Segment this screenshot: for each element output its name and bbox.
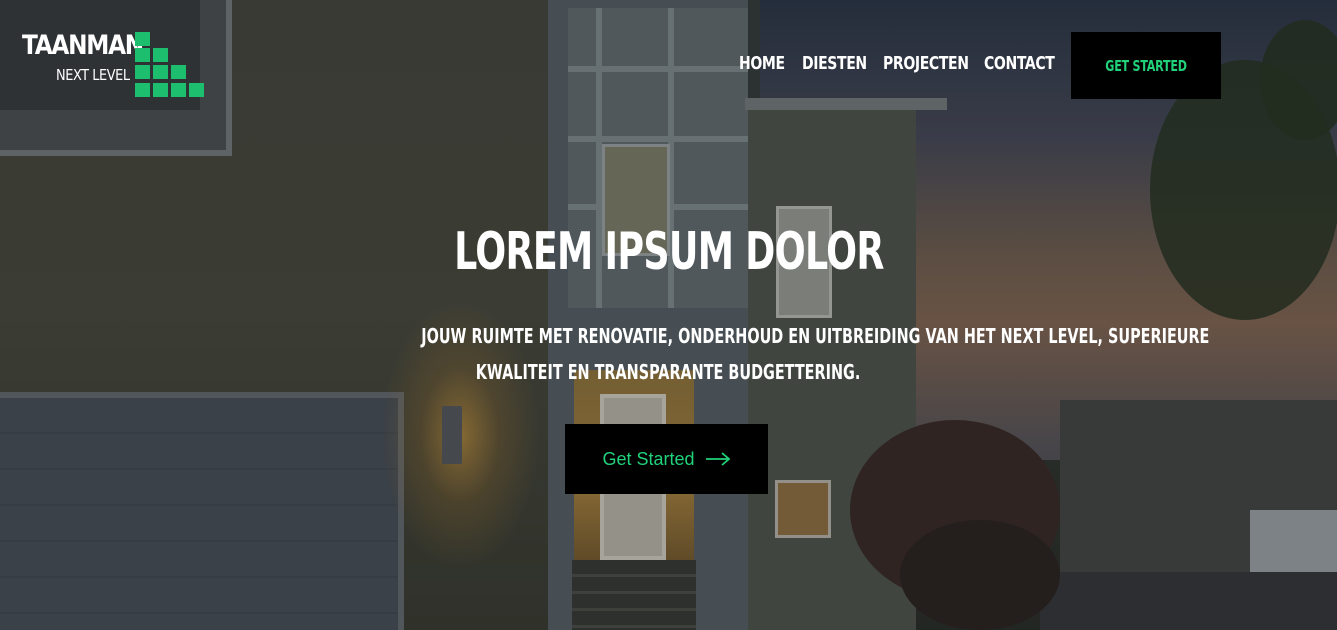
hero-subtitle-line-2: KWALITEIT EN TRANSPARANTE BUDGETTERING.: [475, 360, 861, 384]
hero-title-text: LOREM IPSUM DOLOR: [453, 222, 884, 282]
nav-link-contact[interactable]: CONTACT: [984, 53, 1055, 74]
header-get-started-label: GET STARTED: [1105, 56, 1187, 75]
arrow-right-icon: [705, 452, 731, 466]
hero-subtitle-line-1: JOUW RUIMTE MET RENOVATIE, ONDERHOUD EN …: [421, 324, 1210, 348]
logo-tagline: NEXT LEVEL: [56, 66, 130, 84]
header-get-started-button[interactable]: GET STARTED: [1071, 32, 1221, 99]
hero-title: LOREM IPSUM DOLOR: [0, 222, 1337, 282]
nav-link-diensten[interactable]: DIESTEN: [802, 53, 867, 74]
hero-section: TAANMAN NEXT LEVEL HOME DIESTEN PROJECTE…: [0, 0, 1337, 630]
nav-link-projecten[interactable]: PROJECTEN: [883, 53, 969, 74]
main-nav: HOME DIESTEN PROJECTEN CONTACT: [739, 53, 1069, 74]
logo-title: TAANMAN: [22, 30, 144, 61]
logo[interactable]: TAANMAN NEXT LEVEL: [22, 30, 212, 102]
hero-subtitle: JOUW RUIMTE MET RENOVATIE, ONDERHOUD EN …: [268, 318, 1209, 390]
nav-link-home[interactable]: HOME: [739, 53, 785, 74]
hero-get-started-button[interactable]: Get Started: [565, 424, 768, 494]
hero-get-started-label: Get Started: [602, 448, 695, 469]
